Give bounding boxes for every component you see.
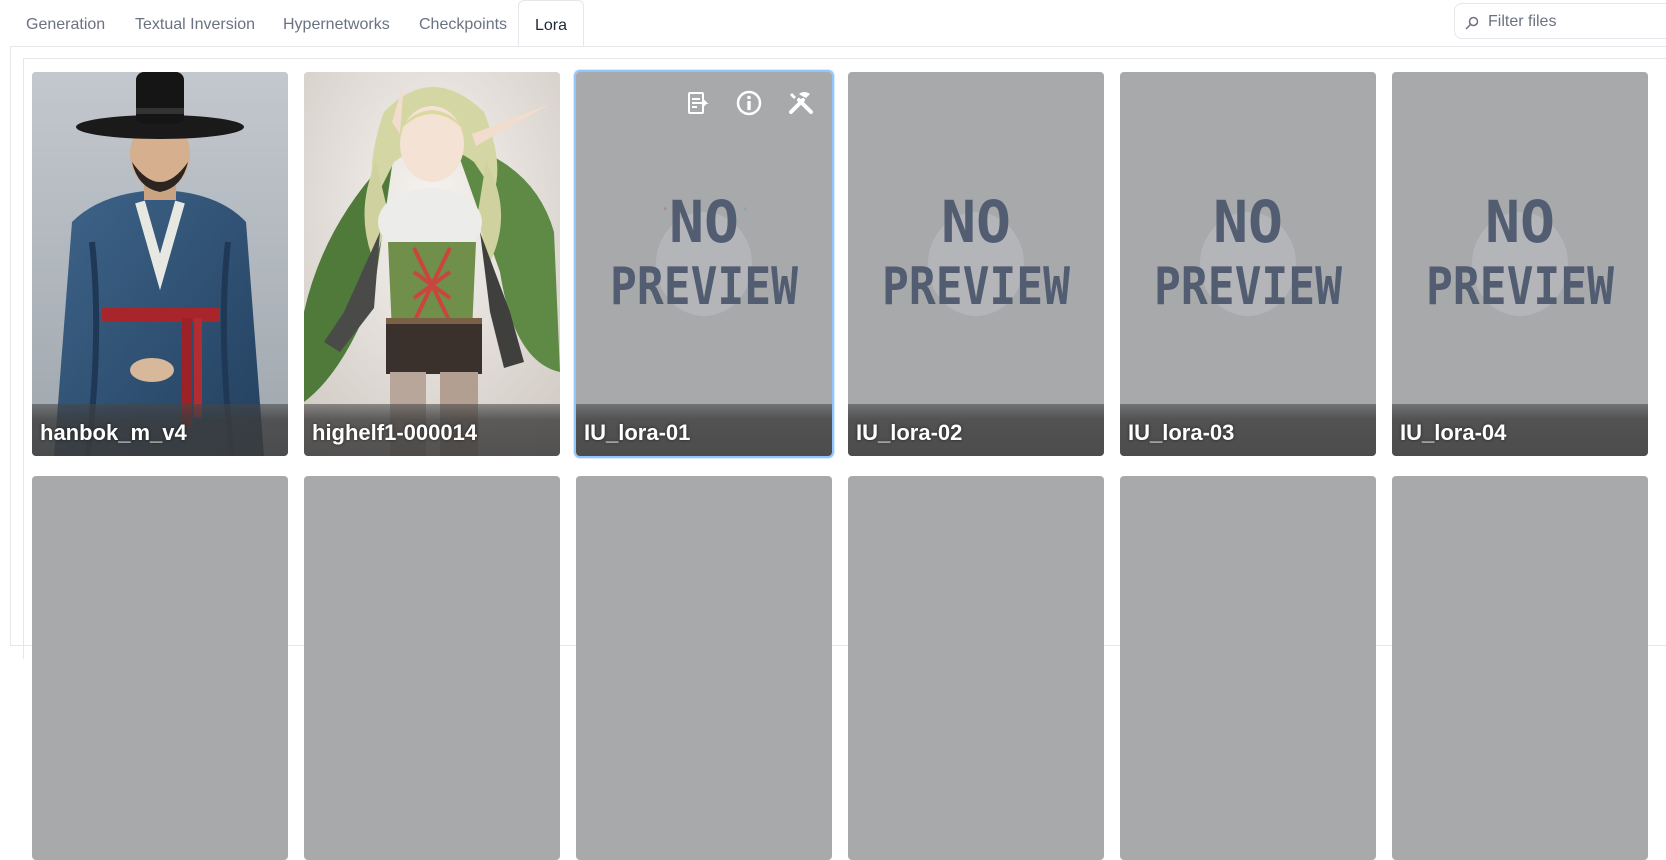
card-name: IU_lora-03 xyxy=(1128,420,1235,445)
lora-card-row2[interactable] xyxy=(1120,476,1376,860)
lora-card-row2[interactable] xyxy=(576,476,832,860)
lora-card-row2[interactable] xyxy=(1392,476,1648,860)
card-name: IU_lora-01 xyxy=(584,420,691,445)
svg-text:PREVIEW: PREVIEW xyxy=(1154,257,1343,317)
svg-text:PREVIEW: PREVIEW xyxy=(1426,257,1615,317)
no-preview-line2: PREVIEW xyxy=(610,257,799,317)
svg-text:NO: NO xyxy=(941,188,1011,256)
card-name: IU_lora-04 xyxy=(1400,420,1507,445)
lora-card-row2[interactable] xyxy=(304,476,560,860)
preview-image xyxy=(304,72,560,456)
tab-bar: Generation Textual Inversion Hypernetwor… xyxy=(0,0,1666,46)
tools-icon[interactable] xyxy=(786,88,816,118)
svg-text:NO: NO xyxy=(1213,188,1283,256)
card-name: highelf1-000014 xyxy=(312,420,478,445)
tab-textual-inversion[interactable]: Textual Inversion xyxy=(135,0,255,46)
svg-text:': ' xyxy=(744,205,746,219)
filter-files-search[interactable] xyxy=(1454,3,1666,40)
tab-checkpoints[interactable]: Checkpoints xyxy=(419,0,507,46)
no-preview-image: NO PREVIEW xyxy=(1426,188,1615,317)
filter-files-input[interactable] xyxy=(1486,4,1666,40)
svg-text:NO: NO xyxy=(1485,188,1555,256)
copy-icon[interactable] xyxy=(682,88,712,118)
svg-text:': ' xyxy=(664,205,666,219)
lora-card-hanbok-m-v4[interactable]: hanbok_m_v4 xyxy=(32,72,288,456)
tab-generation[interactable]: Generation xyxy=(26,0,105,46)
lora-card-row2[interactable] xyxy=(848,476,1104,860)
svg-text:PREVIEW: PREVIEW xyxy=(882,257,1071,317)
lora-card-iu-lora-03[interactable]: NO PREVIEW IU_lora-03 xyxy=(1120,72,1376,456)
lora-card-iu-lora-02[interactable]: NO PREVIEW IU_lora-02 xyxy=(848,72,1104,456)
no-preview-image: NO PREVIEW ' ' xyxy=(610,188,799,317)
lora-card-row2[interactable] xyxy=(32,476,288,860)
no-preview-image: NO PREVIEW xyxy=(882,188,1071,317)
no-preview-line1: NO xyxy=(669,188,739,256)
lora-card-iu-lora-01[interactable]: NO PREVIEW ' ' IU_lora-01 xyxy=(574,70,834,458)
lora-card-highelf1-000014[interactable]: highelf1-000014 xyxy=(304,72,560,456)
preview-image xyxy=(32,72,288,456)
info-icon[interactable] xyxy=(734,88,764,118)
lora-card-iu-lora-04[interactable]: NO PREVIEW IU_lora-04 xyxy=(1392,72,1648,456)
card-name: IU_lora-02 xyxy=(856,420,963,445)
no-preview-image: NO PREVIEW xyxy=(1154,188,1343,317)
search-icon xyxy=(1465,16,1479,30)
tab-hypernetworks[interactable]: Hypernetworks xyxy=(283,0,390,46)
card-name: hanbok_m_v4 xyxy=(40,420,187,445)
tab-lora[interactable]: Lora xyxy=(518,0,584,46)
